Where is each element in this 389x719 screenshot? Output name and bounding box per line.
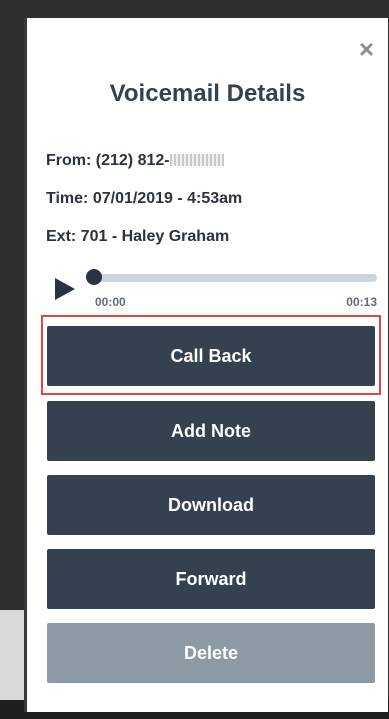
duration: 00:13 bbox=[346, 295, 377, 309]
ext-label: Ext: 701 - Haley Graham bbox=[46, 228, 230, 245]
close-icon[interactable]: × bbox=[359, 36, 374, 62]
from-label: From: (212) 812- bbox=[46, 152, 170, 169]
voicemail-details-dialog: × Voicemail Details From: (212) 812- Tim… bbox=[24, 18, 388, 712]
progress-track[interactable] bbox=[93, 274, 377, 282]
progress-knob[interactable] bbox=[86, 269, 102, 285]
play-icon[interactable] bbox=[55, 278, 75, 300]
time-label: Time: 07/01/2019 - 4:53am bbox=[46, 190, 243, 207]
download-button[interactable]: Download bbox=[47, 475, 375, 535]
call-back-button[interactable]: Call Back bbox=[47, 326, 375, 386]
delete-button[interactable]: Delete bbox=[47, 623, 375, 683]
redacted-number bbox=[169, 154, 224, 166]
forward-button[interactable]: Forward bbox=[47, 549, 375, 609]
current-time: 00:00 bbox=[95, 295, 126, 309]
dialog-title: Voicemail Details bbox=[109, 80, 306, 107]
audio-player: 00:00 00:13 bbox=[55, 264, 377, 314]
from-row: From: (212) 812- bbox=[46, 152, 224, 170]
add-note-button[interactable]: Add Note bbox=[47, 401, 375, 461]
